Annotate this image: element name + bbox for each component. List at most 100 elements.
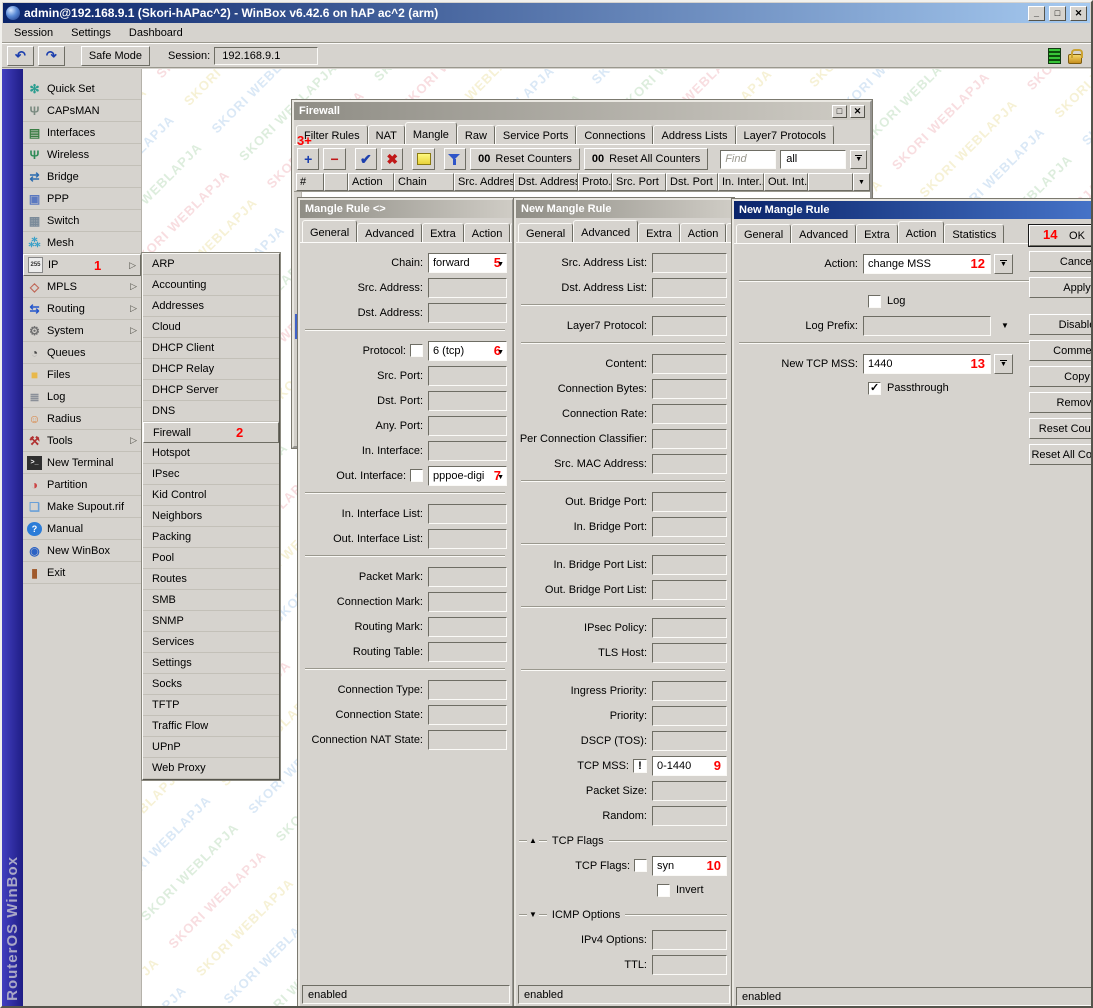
src-address-input[interactable] xyxy=(428,278,507,298)
collapse-down-icon[interactable]: ▼ xyxy=(527,911,539,919)
tab-extra[interactable]: Extra xyxy=(422,223,464,242)
disable-rule-button[interactable]: ✖ xyxy=(381,148,403,170)
dropdown-button[interactable]: ▼ xyxy=(994,254,1013,274)
ip-submenu-item-services[interactable]: Services xyxy=(143,632,279,653)
firewall-tab-nat[interactable]: NAT xyxy=(368,125,405,144)
ip-submenu-item-packing[interactable]: Packing xyxy=(143,527,279,548)
dialog-titlebar[interactable]: Mangle Rule <> xyxy=(300,200,512,218)
sidebar-item-manual[interactable]: ?Manual xyxy=(23,518,141,540)
new-tcp-mss-input[interactable]: 144013 xyxy=(863,354,991,374)
ip-submenu-item-tftp[interactable]: TFTP xyxy=(143,695,279,716)
connection-nat-state-input[interactable] xyxy=(428,730,507,750)
ip-submenu-item-cloud[interactable]: Cloud xyxy=(143,317,279,338)
minimize-button[interactable]: _ xyxy=(1028,6,1045,21)
sidebar-item-interfaces[interactable]: ▤Interfaces xyxy=(23,122,141,144)
connection-bytes-input[interactable] xyxy=(652,379,727,399)
firewall-maximize-button[interactable]: □ xyxy=(832,105,847,118)
tab-action[interactable]: Action xyxy=(464,223,511,242)
action-input[interactable]: change MSS12 xyxy=(863,254,991,274)
out-interface-input[interactable]: pppoe-digi7▼ xyxy=(428,466,507,486)
ip-submenu-item-web-proxy[interactable]: Web Proxy xyxy=(143,758,279,779)
checkbox-row-invert[interactable]: Invert xyxy=(657,880,727,900)
firewall-tab-service-ports[interactable]: Service Ports xyxy=(495,125,576,144)
per-connection-classifier-input[interactable] xyxy=(652,429,727,449)
column-header-proto[interactable]: Proto... xyxy=(578,173,612,191)
sidebar-item-wireless[interactable]: ΨWireless xyxy=(23,144,141,166)
packet-mark-input[interactable] xyxy=(428,567,507,587)
remove-rule-button[interactable]: − xyxy=(323,148,345,170)
add-rule-button[interactable]: + xyxy=(297,148,319,170)
field-checkbox[interactable] xyxy=(634,859,647,872)
out-bridge-port-input[interactable] xyxy=(652,492,727,512)
dropdown-button[interactable]: ▼ xyxy=(994,354,1013,374)
ipsec-policy-input[interactable] xyxy=(652,618,727,638)
sidebar-item-system[interactable]: ⚙System▷ xyxy=(23,320,141,342)
firewall-close-button[interactable]: ✕ xyxy=(850,105,865,118)
enable-rule-button[interactable]: ✔ xyxy=(355,148,377,170)
ip-submenu-item-upnp[interactable]: UPnP xyxy=(143,737,279,758)
apply-button[interactable]: Apply xyxy=(1029,277,1091,298)
ip-submenu-item-snmp[interactable]: SNMP xyxy=(143,611,279,632)
firewall-tab-address-lists[interactable]: Address Lists xyxy=(653,125,735,144)
ip-submenu-item-ipsec[interactable]: IPsec xyxy=(143,464,279,485)
sidebar-item-exit[interactable]: ▮Exit xyxy=(23,562,141,584)
tab-extra[interactable]: Extra xyxy=(638,223,680,242)
column-header-blank[interactable] xyxy=(324,173,348,191)
dialog-titlebar[interactable]: New Mangle Rule xyxy=(516,200,732,218)
cancel-button[interactable]: Cancel xyxy=(1029,251,1091,272)
reset-counters-button[interactable]: Reset Counters xyxy=(1029,418,1091,439)
sidebar-item-ip[interactable]: 255IP1▷ xyxy=(23,254,141,276)
connection-mark-input[interactable] xyxy=(428,592,507,612)
dst-address-input[interactable] xyxy=(428,303,507,323)
collapse-up-icon[interactable]: ▲ xyxy=(527,837,539,845)
column-header-action[interactable]: Action xyxy=(348,173,394,191)
close-button[interactable]: ✕ xyxy=(1070,6,1087,21)
sidebar-item-radius[interactable]: ☺Radius xyxy=(23,408,141,430)
sidebar-item-capsman[interactable]: ΨCAPsMAN xyxy=(23,100,141,122)
remove-button[interactable]: Remove xyxy=(1029,392,1091,413)
ipv4-options-input[interactable] xyxy=(652,930,727,950)
src-mac-address-input[interactable] xyxy=(652,454,727,474)
session-value[interactable]: 192.168.9.1 xyxy=(214,47,318,65)
sidebar-item-bridge[interactable]: ⇄Bridge xyxy=(23,166,141,188)
priority-input[interactable] xyxy=(652,706,727,726)
column-header-chain[interactable]: Chain xyxy=(394,173,454,191)
ip-submenu-item-accounting[interactable]: Accounting xyxy=(143,275,279,296)
column-header-in-inter[interactable]: In. Inter... xyxy=(718,173,764,191)
field-checkbox[interactable] xyxy=(410,344,423,357)
sidebar-item-quick-set[interactable]: ✻Quick Set xyxy=(23,78,141,100)
tab-advanced[interactable]: Advanced xyxy=(791,224,856,243)
in-bridge-port-list-input[interactable] xyxy=(652,555,727,575)
reset-all-counters-button[interactable]: Reset All Counters xyxy=(1029,444,1091,465)
sidebar-item-new-terminal[interactable]: >_New Terminal xyxy=(23,452,141,474)
connection-rate-input[interactable] xyxy=(652,404,727,424)
ip-submenu-item-addresses[interactable]: Addresses xyxy=(143,296,279,317)
ingress-priority-input[interactable] xyxy=(652,681,727,701)
chain-input[interactable]: forward5▼ xyxy=(428,253,507,273)
routing-table-input[interactable] xyxy=(428,642,507,662)
firewall-titlebar[interactable]: Firewall □ ✕ xyxy=(294,102,870,120)
ip-submenu-item-firewall[interactable]: Firewall2 xyxy=(143,422,279,443)
ip-submenu-item-socks[interactable]: Socks xyxy=(143,674,279,695)
tab-general[interactable]: General4 xyxy=(302,220,357,242)
sidebar-item-files[interactable]: ■Files xyxy=(23,364,141,386)
tab-advanced[interactable]: Advanced xyxy=(357,223,422,242)
sidebar-item-make-supout-rif[interactable]: ❏Make Supout.rif xyxy=(23,496,141,518)
dscp-tos-input[interactable] xyxy=(652,731,727,751)
out-interface-list-input[interactable] xyxy=(428,529,507,549)
filter-dropdown-button[interactable]: ▼ xyxy=(850,150,867,169)
column-header-src-address[interactable]: Src. Address xyxy=(454,173,514,191)
sidebar-item-tools[interactable]: ⚒Tools▷ xyxy=(23,430,141,452)
tab-extra[interactable]: Extra xyxy=(856,224,898,243)
ip-submenu-item-settings[interactable]: Settings xyxy=(143,653,279,674)
filter-column-select[interactable]: all xyxy=(780,150,846,169)
in-interface-input[interactable] xyxy=(428,441,507,461)
copy-button[interactable]: Copy xyxy=(1029,366,1091,387)
log-prefix-input[interactable] xyxy=(863,316,991,336)
disable-button[interactable]: Disable xyxy=(1029,314,1091,335)
layer7-protocol-input[interactable] xyxy=(652,316,727,336)
maximize-button[interactable]: □ xyxy=(1049,6,1066,21)
ok-button[interactable]: 14OK xyxy=(1029,225,1091,246)
firewall-tab-mangle[interactable]: Mangle3 xyxy=(405,122,457,144)
ip-submenu-item-dhcp-relay[interactable]: DHCP Relay xyxy=(143,359,279,380)
